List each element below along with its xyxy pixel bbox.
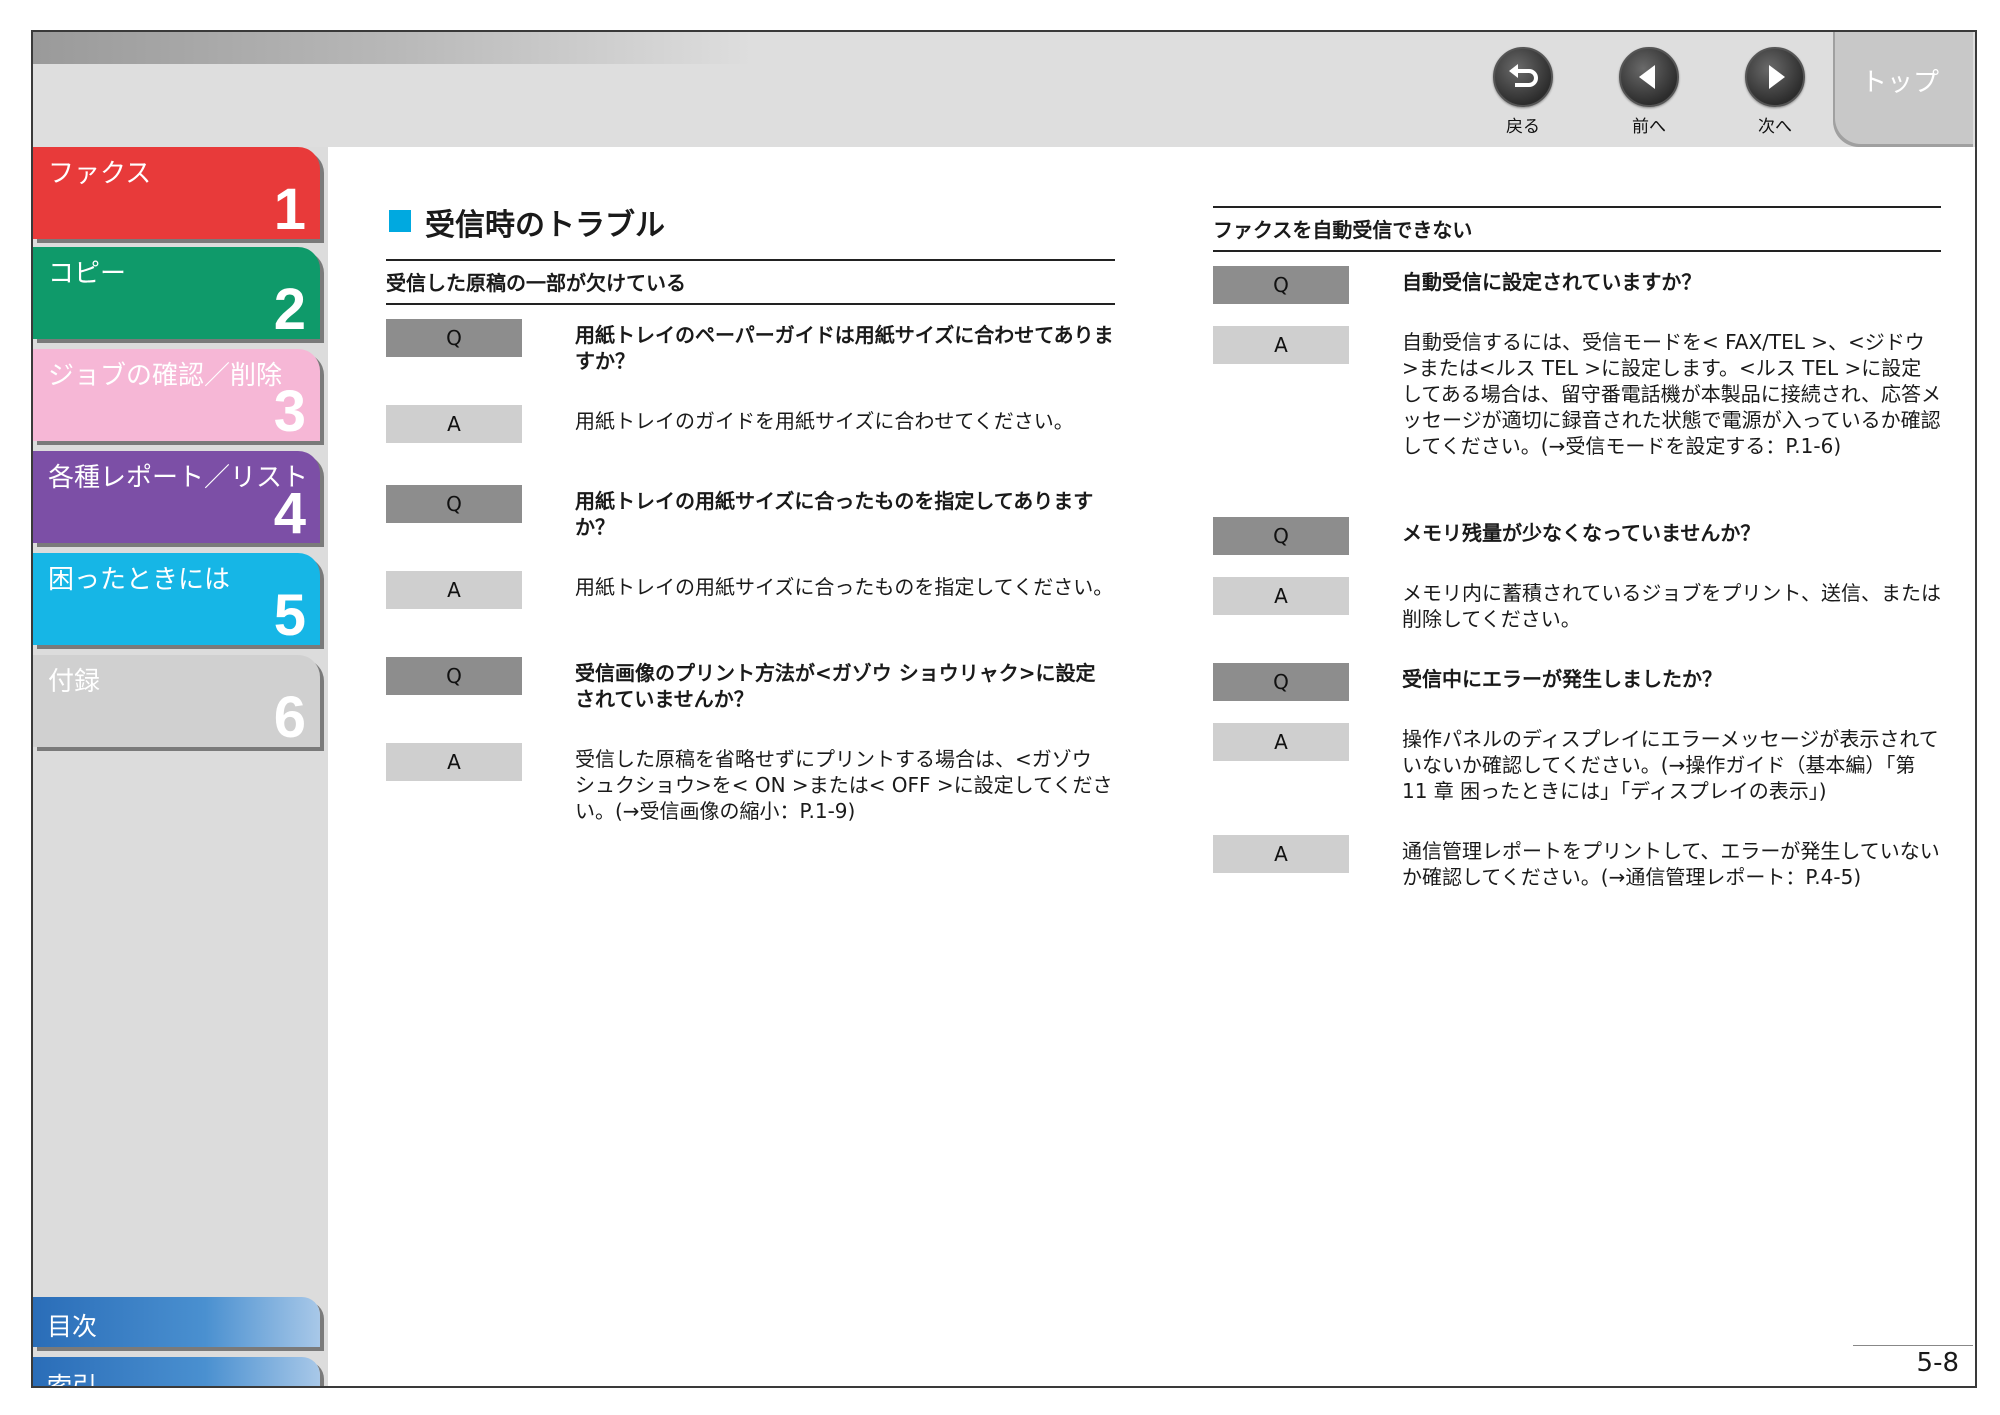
chapter-name: 付録 (48, 667, 101, 697)
index-label: 索引 (47, 1372, 98, 1388)
answer-label: A (386, 571, 522, 609)
question-label: Q (1213, 517, 1349, 555)
question-label: Q (386, 485, 522, 523)
chapter-tab-2[interactable]: コピー 2 (33, 247, 320, 339)
chapter-name: コピー (48, 259, 127, 289)
answer-text: 通信管理レポートをプリントして、エラーが発生していないか確認してください。(→通… (1402, 839, 1940, 889)
page-number-rule (1853, 1345, 1973, 1346)
answer-label: A (1213, 577, 1349, 615)
back-label: 戻る (1506, 117, 1540, 137)
left-subheading: 受信した原稿の一部が欠けている (386, 259, 1115, 305)
question-text: 受信画像のプリント方法が<ガゾウ ショウリャク>に設定されていませんか？ (575, 661, 1096, 711)
chapter-name: ジョブの確認／削除 (48, 361, 283, 391)
question-label: Q (1213, 663, 1349, 701)
chapter-number: 5 (273, 583, 306, 645)
back-arrow-icon (1493, 47, 1553, 107)
page-number: 5-8 (1916, 1348, 1959, 1378)
triangle-left-icon (1619, 47, 1679, 107)
prev-label: 前へ (1632, 117, 1666, 137)
chapter-tab-3[interactable]: ジョブの確認／削除 3 (33, 349, 320, 441)
answer-text: 用紙トレイのガイドを用紙サイズに合わせてください。 (575, 409, 1074, 433)
toc-button[interactable]: 目次 (33, 1297, 320, 1347)
chapter-name: ファクス (48, 159, 152, 189)
question-text: 用紙トレイの用紙サイズに合ったものを指定してありますか？ (575, 489, 1094, 539)
answer-text: 操作パネルのディスプレイにエラーメッセージが表示されていないか確認してください。… (1402, 727, 1939, 803)
section-square-icon (389, 210, 411, 232)
page-frame: 戻る 前へ 次へ トップ ファクス 1 コピー 2 ジョブの確認／削除 3 各種… (31, 30, 1977, 1388)
chapter-number: 3 (273, 379, 306, 441)
question-text: メモリ残量が少なくなっていませんか？ (1402, 521, 1761, 545)
answer-label: A (1213, 723, 1349, 761)
top-tab-label: トップ (1861, 68, 1940, 98)
chapter-number: 6 (273, 685, 306, 747)
next-button[interactable]: 次へ (1735, 47, 1815, 147)
prev-button[interactable]: 前へ (1609, 47, 1689, 147)
answer-text: 受信した原稿を省略せずにプリントする場合は、<ガゾウ シュクショウ>を< ON … (575, 747, 1113, 823)
top-tab-button[interactable]: トップ (1833, 32, 1973, 147)
top-toolbar: 戻る 前へ 次へ トップ (33, 32, 1975, 147)
answer-label: A (1213, 835, 1349, 873)
page-title: 受信時のトラブル (425, 208, 665, 243)
answer-label: A (386, 405, 522, 443)
right-subheading: ファクスを自動受信できない (1213, 206, 1941, 252)
chapter-sidebar: ファクス 1 コピー 2 ジョブの確認／削除 3 各種レポート／リスト 4 困っ… (33, 147, 328, 1388)
answer-text: 自動受信するには、受信モードを< FAX/TEL >、<ジドウ>または<ルス T… (1402, 330, 1941, 458)
chapter-tab-1[interactable]: ファクス 1 (33, 147, 320, 239)
chapter-number: 1 (273, 177, 306, 239)
chapter-tab-5[interactable]: 困ったときには 5 (33, 553, 320, 645)
chapter-name: 各種レポート／リスト (48, 463, 309, 493)
question-text: 受信中にエラーが発生しましたか？ (1402, 667, 1722, 691)
question-label: Q (386, 657, 522, 695)
answer-text: メモリ内に蓄積されているジョブをプリント、送信、または削除してください。 (1402, 581, 1941, 631)
next-label: 次へ (1758, 117, 1792, 137)
back-button[interactable]: 戻る (1483, 47, 1563, 147)
toolbar-gradient (33, 32, 753, 64)
chapter-number: 4 (273, 481, 306, 543)
question-text: 用紙トレイのペーパーガイドは用紙サイズに合わせてありますか？ (575, 323, 1114, 373)
question-text: 自動受信に設定されていますか？ (1402, 270, 1702, 294)
triangle-right-icon (1745, 47, 1805, 107)
index-button[interactable]: 索引 (33, 1357, 320, 1388)
chapter-name: 困ったときには (48, 565, 231, 595)
answer-label: A (386, 743, 522, 781)
toc-label: 目次 (47, 1312, 98, 1341)
chapter-tab-4[interactable]: 各種レポート／リスト 4 (33, 451, 320, 543)
chapter-number: 2 (273, 277, 306, 339)
answer-label: A (1213, 326, 1349, 364)
answer-text: 用紙トレイの用紙サイズに合ったものを指定してください。 (575, 575, 1114, 599)
question-label: Q (386, 319, 522, 357)
question-label: Q (1213, 266, 1349, 304)
chapter-tab-6[interactable]: 付録 6 (33, 655, 320, 747)
